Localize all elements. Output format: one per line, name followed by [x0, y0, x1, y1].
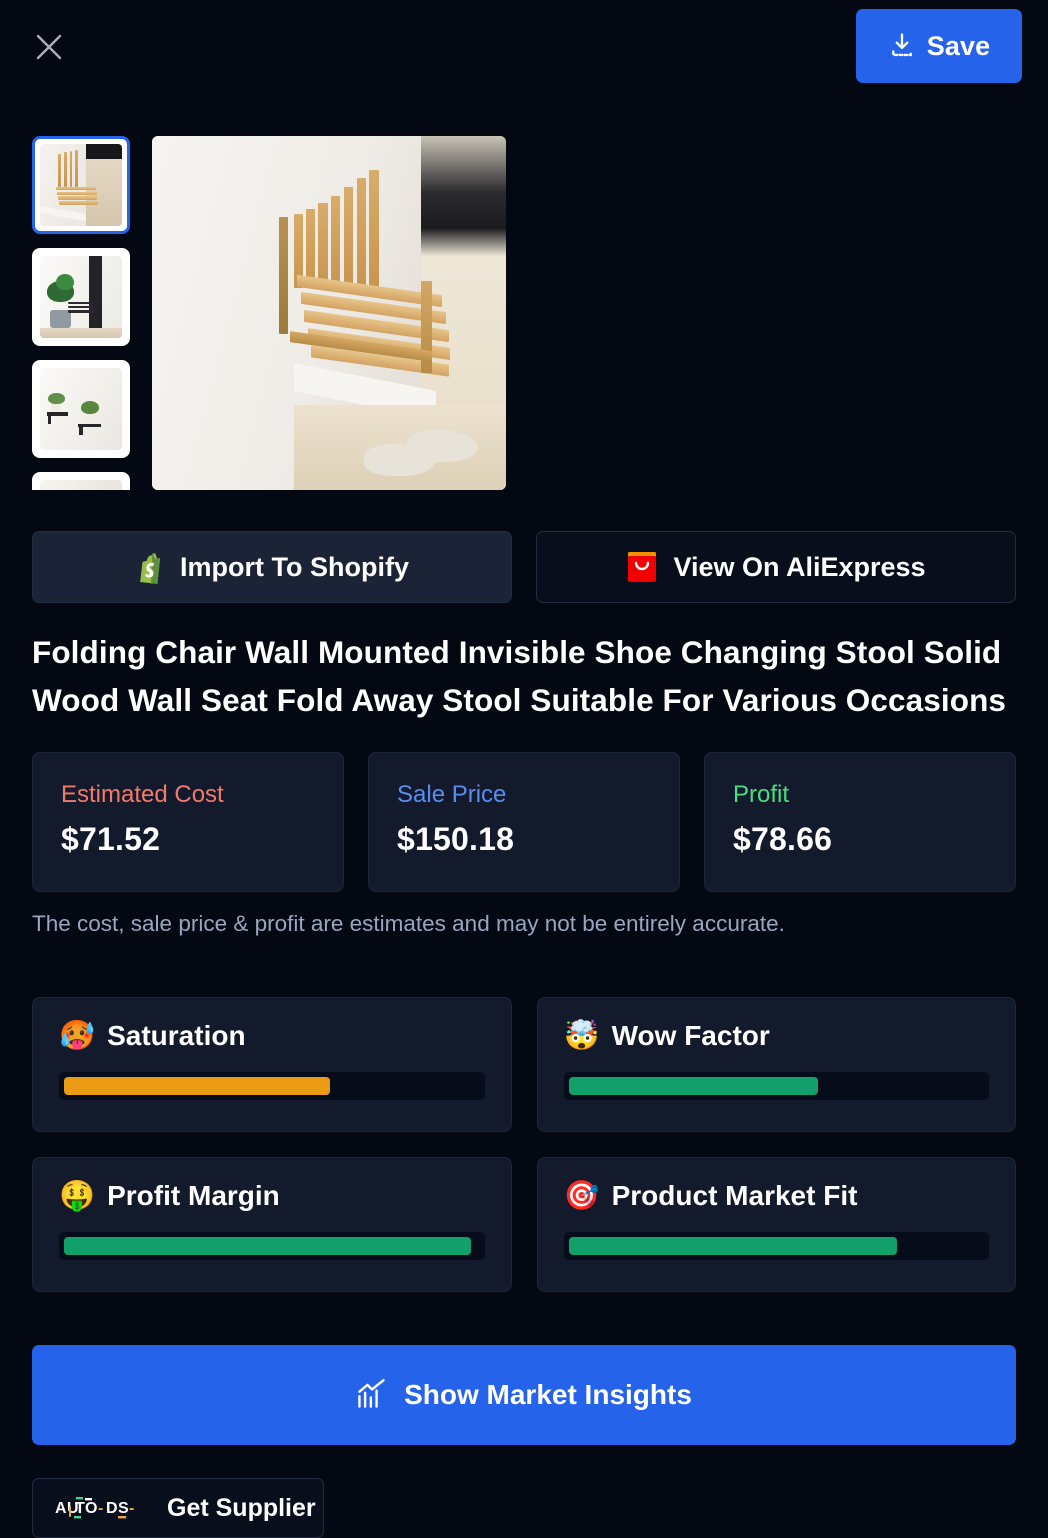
metric-card-product-market-fit: 🎯 Product Market Fit — [536, 1157, 1016, 1292]
svg-text:S: S — [118, 1500, 129, 1517]
product-research-panel: Save Import To Shopify View On AliExpres… — [0, 0, 1048, 1538]
price-summary: Estimated Cost $71.52 Sale Price $150.18… — [32, 752, 1016, 892]
money-face-emoji: 🤑 — [59, 1179, 96, 1212]
metric-card-saturation: 🥵 Saturation — [32, 997, 512, 1132]
chart-up-icon — [356, 1378, 388, 1413]
exploding-head-emoji: 🤯 — [563, 1019, 600, 1052]
metric-bar-fill-wow-factor — [568, 1077, 818, 1095]
thumbnail-image-1 — [40, 256, 122, 338]
metric-bar-fill-saturation — [64, 1077, 330, 1095]
aliexpress-icon — [626, 550, 658, 584]
svg-text:-: - — [129, 1500, 135, 1517]
metric-label-wow-factor: Wow Factor — [611, 1020, 770, 1051]
metric-bar-track-product-market-fit — [563, 1232, 989, 1260]
shopify-icon — [135, 550, 165, 584]
get-supplier-button[interactable]: AU T O - D S - Get Supplier — [32, 1478, 324, 1538]
thumbnail-0[interactable] — [32, 136, 130, 234]
thumbnail-image-2 — [40, 368, 122, 450]
profit-card: Profit $78.66 — [704, 752, 1016, 892]
svg-text:D: D — [106, 1500, 118, 1517]
hero-illustration — [152, 136, 506, 490]
metric-cards: 🥵 Saturation 🤯 Wow Factor 🤑 Profit Margi… — [32, 997, 1016, 1292]
download-icon — [888, 31, 916, 62]
profit-label: Profit — [733, 781, 790, 808]
save-button[interactable]: Save — [856, 9, 1022, 83]
metric-bar-fill-profit-margin — [64, 1237, 472, 1255]
view-on-aliexpress-label: View On AliExpress — [673, 551, 926, 582]
metric-header: 🤯 Wow Factor — [564, 1020, 990, 1052]
thumbnail-3[interactable] — [32, 472, 130, 490]
svg-text:O: O — [85, 1500, 98, 1517]
metric-bar-track-wow-factor — [563, 1072, 989, 1100]
metric-card-wow-factor: 🤯 Wow Factor — [536, 997, 1016, 1132]
thumbnail-image-3 — [40, 480, 122, 490]
svg-text:-: - — [98, 1500, 104, 1517]
view-on-aliexpress-button[interactable]: View On AliExpress — [536, 531, 1016, 603]
top-bar: Save — [0, 0, 1048, 100]
thumbnail-image-0 — [40, 144, 122, 226]
hot-face-emoji: 🥵 — [59, 1019, 96, 1052]
thumbnail-strip[interactable] — [32, 136, 130, 490]
get-supplier-label: Get Supplier — [167, 1493, 316, 1522]
close-button[interactable] — [28, 26, 70, 68]
metric-header: 🥵 Saturation — [59, 1020, 485, 1052]
thumbnail-2[interactable] — [32, 360, 130, 458]
metric-bar-fill-product-market-fit — [568, 1237, 897, 1255]
estimated-cost-card: Estimated Cost $71.52 — [32, 752, 344, 892]
save-button-label: Save — [926, 30, 991, 61]
dart-emoji: 🎯 — [563, 1179, 600, 1212]
metric-label-saturation: Saturation — [107, 1020, 246, 1051]
show-market-insights-button[interactable]: Show Market Insights — [32, 1345, 1016, 1445]
metric-header: 🤑 Profit Margin — [59, 1180, 485, 1212]
metric-label-profit-margin: Profit Margin — [107, 1180, 280, 1211]
autods-logo-icon: AU T O - D S - — [55, 1495, 151, 1521]
product-title: Folding Chair Wall Mounted Invisible Sho… — [32, 634, 1007, 718]
svg-text:T: T — [75, 1500, 85, 1517]
price-disclaimer: The cost, sale price & profit are estima… — [32, 911, 785, 936]
sale-price-card: Sale Price $150.18 — [368, 752, 680, 892]
sale-price-value: $150.18 — [397, 821, 515, 857]
estimated-cost-label: Estimated Cost — [61, 781, 224, 808]
metric-bar-track-profit-margin — [59, 1232, 485, 1260]
show-market-insights-label: Show Market Insights — [404, 1379, 692, 1410]
import-to-shopify-button[interactable]: Import To Shopify — [32, 531, 512, 603]
metric-header: 🎯 Product Market Fit — [564, 1180, 990, 1212]
hero-image[interactable] — [152, 136, 506, 490]
sale-price-label: Sale Price — [397, 781, 507, 808]
thumbnail-1[interactable] — [32, 248, 130, 346]
metric-bar-track-saturation — [59, 1072, 485, 1100]
metric-label-product-market-fit: Product Market Fit — [611, 1180, 858, 1211]
metric-card-profit-margin: 🤑 Profit Margin — [32, 1157, 512, 1292]
close-icon — [32, 30, 66, 64]
estimated-cost-value: $71.52 — [61, 821, 161, 857]
import-to-shopify-label: Import To Shopify — [180, 551, 409, 582]
action-buttons: Import To Shopify View On AliExpress — [32, 531, 1016, 603]
profit-value: $78.66 — [733, 821, 833, 857]
product-gallery — [32, 136, 1016, 490]
